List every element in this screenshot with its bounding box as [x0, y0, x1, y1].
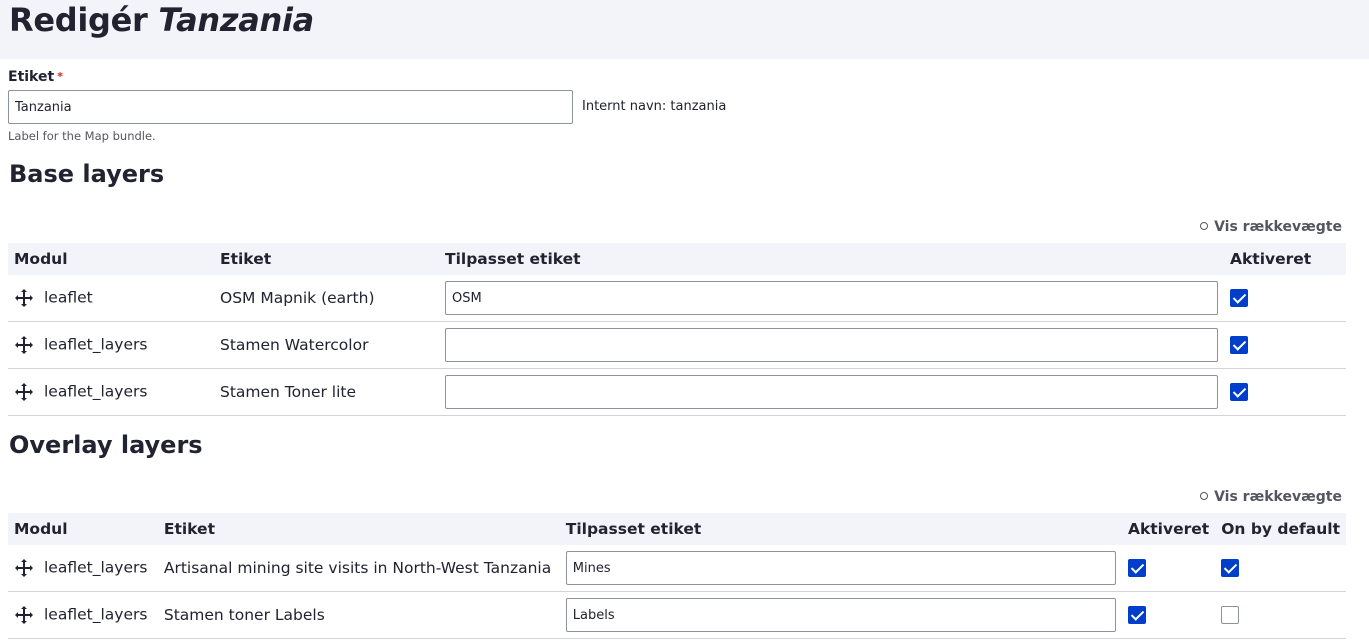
custom-label-cell	[439, 321, 1224, 369]
module-cell: leaflet_layers	[8, 321, 214, 369]
on-by-default-checkbox[interactable]	[1221, 606, 1240, 625]
module-name: leaflet_layers	[44, 605, 148, 624]
module-cell: leaflet_layers	[8, 591, 158, 639]
layer-label: Stamen toner Labels	[157, 591, 560, 639]
enabled-checkbox[interactable]	[1230, 383, 1248, 402]
column-header: Tilpasset etiket	[445, 250, 581, 268]
custom-label-input[interactable]	[445, 375, 1218, 409]
module-cell: leaflet	[8, 275, 214, 322]
column-header: Modul	[14, 520, 68, 538]
table-header-row: Modul Etiket Tilpasset etiket Aktiveret …	[8, 513, 1346, 545]
enabled-cell	[1121, 545, 1216, 592]
overlay-layers-heading: Overlay layers	[9, 431, 203, 459]
custom-label-input[interactable]	[445, 281, 1218, 315]
layer-label: Stamen Watercolor	[214, 321, 439, 369]
column-header: Tilpasset etiket	[565, 520, 702, 538]
column-header: Etiket	[163, 520, 215, 538]
enabled-cell	[1121, 591, 1216, 639]
page-header: Redigér Tanzania	[0, 0, 1369, 59]
label-description: Label for the Map bundle.	[8, 129, 156, 143]
label-input[interactable]	[8, 90, 573, 124]
overlay-layers-table: Modul Etiket Tilpasset etiket Aktiveret …	[8, 513, 1346, 639]
machine-name: Internt navn: tanzania	[582, 99, 727, 114]
label-field-label: Etiket *	[8, 69, 63, 85]
table-row: leaflet_layers Stamen Watercolor	[8, 321, 1346, 369]
layer-label: Stamen Toner lite	[214, 368, 439, 416]
table-row: leaflet_layers Artisanal mining site visi…	[8, 545, 1346, 592]
module-name: leaflet	[44, 288, 93, 307]
module-name: leaflet_layers	[44, 382, 148, 401]
enabled-checkbox[interactable]	[1127, 606, 1146, 625]
default-cell	[1215, 591, 1346, 639]
column-header: Aktiveret	[1127, 520, 1210, 538]
custom-label-input[interactable]	[445, 328, 1218, 362]
enabled-checkbox[interactable]	[1127, 559, 1146, 578]
module-name: leaflet_layers	[44, 335, 148, 354]
drag-handle-icon[interactable]	[14, 558, 34, 578]
column-header: Aktiveret	[1230, 250, 1312, 268]
table-row: leaflet_layers Stamen Toner lite	[8, 368, 1346, 416]
circle-icon	[1200, 492, 1209, 500]
column-header: Modul	[14, 250, 68, 268]
enabled-cell	[1224, 368, 1346, 416]
custom-label-input[interactable]	[565, 551, 1116, 585]
table-row: leaflet_layers Stamen toner Labels	[8, 591, 1346, 639]
custom-label-cell	[439, 368, 1224, 416]
page-title: Redigér Tanzania	[9, 1, 314, 39]
custom-label-cell	[559, 591, 1122, 639]
layer-label: OSM Mapnik (earth)	[214, 275, 439, 322]
table-row: leaflet OSM Mapnik (earth)	[8, 275, 1346, 322]
custom-label-cell	[559, 545, 1122, 592]
table-header-row: Modul Etiket Tilpasset etiket Aktiveret	[8, 243, 1346, 275]
default-cell	[1215, 545, 1346, 592]
enabled-checkbox[interactable]	[1230, 336, 1248, 355]
overlay-show-weights-link[interactable]: Vis rækkevægte	[1200, 489, 1342, 505]
drag-handle-icon[interactable]	[14, 335, 34, 355]
column-header: Etiket	[220, 250, 272, 268]
module-name: leaflet_layers	[44, 558, 148, 577]
layer-label: Artisanal mining site visits in North-We…	[157, 545, 560, 592]
label-form-item: Etiket* Internt navn: tanzania Label for…	[8, 67, 1368, 143]
required-marker: *	[57, 70, 63, 83]
module-cell: leaflet_layers	[8, 368, 214, 416]
drag-handle-icon[interactable]	[14, 605, 34, 625]
base-layers-heading: Base layers	[9, 160, 165, 188]
enabled-cell	[1224, 321, 1346, 369]
module-cell: leaflet_layers	[8, 545, 158, 592]
circle-icon	[1200, 222, 1209, 230]
drag-handle-icon[interactable]	[14, 288, 34, 308]
enabled-cell	[1224, 275, 1346, 322]
base-show-weights-link[interactable]: Vis rækkevægte	[1200, 219, 1342, 235]
on-by-default-checkbox[interactable]	[1221, 559, 1240, 578]
base-layers-table: Modul Etiket Tilpasset etiket Aktiveret …	[8, 243, 1346, 416]
column-header: On by default	[1221, 520, 1340, 538]
custom-label-input[interactable]	[565, 598, 1116, 632]
custom-label-cell	[439, 275, 1224, 322]
enabled-checkbox[interactable]	[1230, 289, 1248, 308]
drag-handle-icon[interactable]	[14, 382, 34, 402]
